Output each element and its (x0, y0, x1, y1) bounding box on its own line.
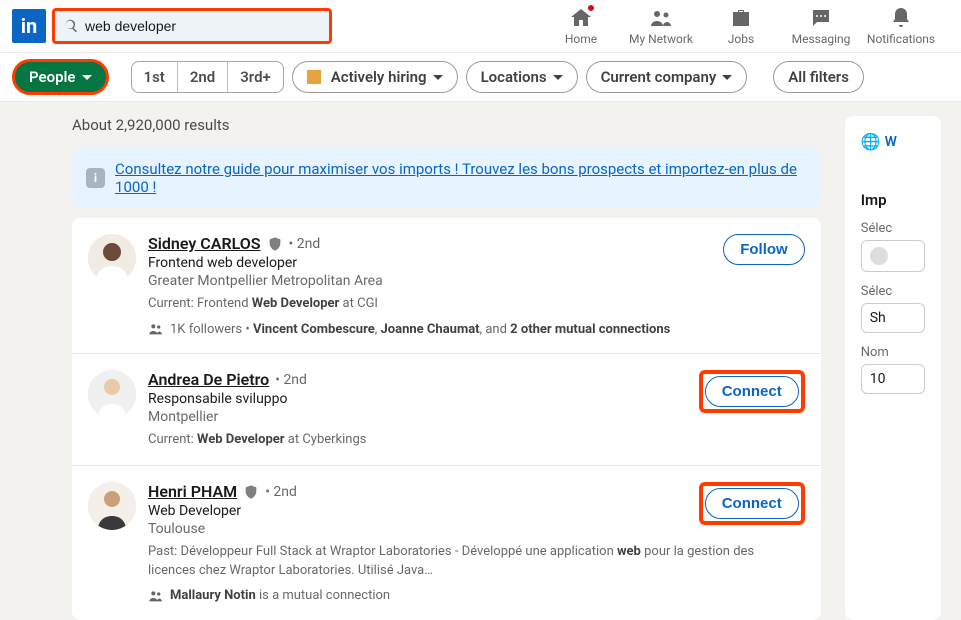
people-icon (148, 321, 164, 337)
result-item: Sidney CARLOS • 2nd Frontend web develop… (72, 218, 821, 354)
nav-network[interactable]: My Network (621, 6, 701, 46)
filter-all[interactable]: All filters (773, 61, 864, 93)
person-past: Past: Développeur Full Stack at Wraptor … (148, 543, 805, 579)
filter-locations[interactable]: Locations (466, 61, 578, 93)
filter-actively-hiring[interactable]: Actively hiring (292, 61, 458, 93)
person-current: Current: Frontend Web Developer at CGI (148, 295, 805, 313)
filter-people[interactable]: People (12, 59, 109, 95)
filter-hiring-label: Actively hiring (331, 68, 427, 86)
sidebar-heading: Imp (861, 191, 925, 209)
avatar[interactable] (88, 482, 136, 530)
search-icon (63, 18, 79, 34)
filter-2nd[interactable]: 2nd (178, 62, 228, 92)
person-name[interactable]: Henri PHAM (148, 482, 237, 501)
connection-degree: • 2nd (289, 236, 321, 252)
result-item: Henri PHAM • 2nd Web Developer Toulouse … (72, 466, 821, 619)
filter-people-label: People (29, 68, 76, 86)
linkedin-logo[interactable]: in (12, 9, 46, 43)
nav-home[interactable]: Home (541, 6, 621, 46)
person-current: Current: Web Developer at Cyberkings (148, 431, 805, 449)
sidebar-w: W (885, 134, 897, 150)
person-location: Greater Montpellier Metropolitan Area (148, 273, 805, 289)
filter-locations-label: Locations (481, 68, 547, 86)
results-count: About 2,920,000 results (72, 116, 821, 134)
bell-icon (889, 6, 913, 30)
connection-degree: • 2nd (275, 372, 307, 388)
messaging-icon (809, 6, 833, 30)
mutual-connections[interactable]: Mallaury Notin is a mutual connection (148, 588, 805, 604)
jobs-icon (729, 6, 753, 30)
caret-down-icon (433, 75, 443, 80)
caret-down-icon (82, 75, 92, 80)
search-box[interactable] (52, 8, 332, 44)
sidebar-select[interactable] (861, 240, 925, 272)
sidebar-select[interactable]: Sh (861, 303, 925, 333)
people-icon (148, 588, 164, 604)
caret-down-icon (553, 75, 563, 80)
connect-button[interactable]: Connect (705, 376, 799, 407)
search-input[interactable] (85, 18, 321, 34)
highlight-annotation: Connect (699, 370, 805, 413)
nav-home-label: Home (565, 32, 597, 46)
mutual-connections[interactable]: 1K followers • Vincent Combescure, Joann… (148, 321, 805, 337)
info-banner-link[interactable]: Consultez notre guide pour maximiser vos… (115, 160, 807, 196)
caret-down-icon (722, 75, 732, 80)
sidebar-label: Nom (861, 345, 925, 360)
sidebar-label: Sélec (861, 284, 925, 299)
avatar[interactable] (88, 370, 136, 418)
connection-degree: • 2nd (265, 484, 297, 500)
nav-notifications[interactable]: Notifications (861, 6, 941, 46)
sidebar-input[interactable]: 10 (861, 364, 925, 394)
connection-degree-filter[interactable]: 1st 2nd 3rd+ (131, 61, 284, 93)
info-banner: i Consultez notre guide pour maximiser v… (72, 148, 821, 208)
result-item: Andrea De Pietro • 2nd Responsabile svil… (72, 354, 821, 466)
person-headline: Frontend web developer (148, 255, 805, 271)
filter-current-company[interactable]: Current company (586, 61, 748, 93)
filter-3rd[interactable]: 3rd+ (228, 62, 283, 92)
notification-dot (587, 4, 595, 12)
nav-jobs[interactable]: Jobs (701, 6, 781, 46)
filter-1st[interactable]: 1st (132, 62, 178, 92)
connect-button[interactable]: Connect (705, 488, 799, 519)
nav-jobs-label: Jobs (728, 32, 754, 46)
nav-messaging-label: Messaging (792, 32, 851, 46)
network-icon (649, 6, 673, 30)
info-icon: i (86, 168, 105, 188)
follow-button[interactable]: Follow (723, 234, 805, 265)
person-name[interactable]: Sidney CARLOS (148, 234, 261, 253)
results-list: Sidney CARLOS • 2nd Frontend web develop… (72, 218, 821, 620)
person-name[interactable]: Andrea De Pietro (148, 370, 269, 389)
verified-icon (267, 236, 283, 252)
sidebar-label: Sélec (861, 221, 925, 236)
nav-network-label: My Network (629, 32, 693, 46)
sidebar-panel: 🌐 W Imp Sélec Sélec Sh Nom 10 (845, 116, 941, 620)
verified-icon (243, 484, 259, 500)
filter-all-label: All filters (788, 68, 849, 86)
hiring-badge-icon (307, 70, 321, 84)
globe-icon: 🌐 (861, 132, 881, 151)
nav-notifications-label: Notifications (867, 32, 935, 46)
nav-messaging[interactable]: Messaging (781, 6, 861, 46)
avatar[interactable] (88, 234, 136, 282)
filter-company-label: Current company (601, 68, 717, 86)
highlight-annotation: Connect (699, 482, 805, 525)
